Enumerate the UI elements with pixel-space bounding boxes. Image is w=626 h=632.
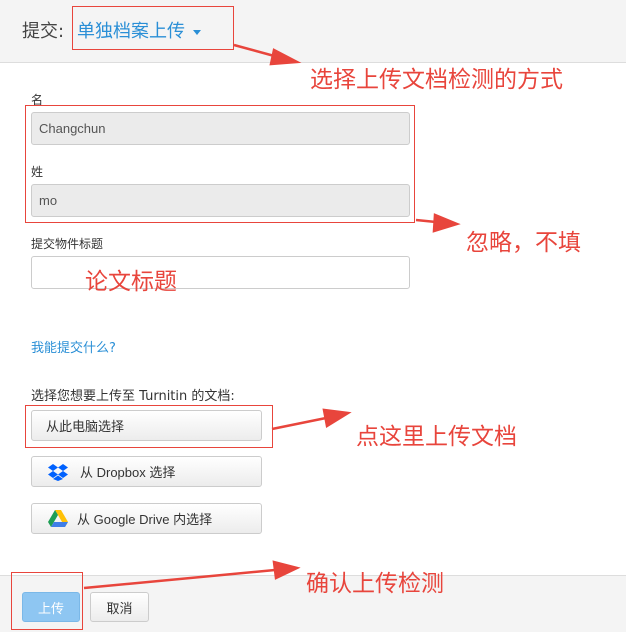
annotation-title-hint: 论文标题 <box>85 269 177 295</box>
annotation-ignore: 忽略，不填 <box>466 230 581 256</box>
annotation-confirm: 确认上传检测 <box>306 571 444 597</box>
annotation-choose-method: 选择上传文档检测的方式 <box>310 67 563 93</box>
annotation-arrows <box>83 43 461 590</box>
annotation-upload-here: 点这里上传文档 <box>356 424 517 450</box>
